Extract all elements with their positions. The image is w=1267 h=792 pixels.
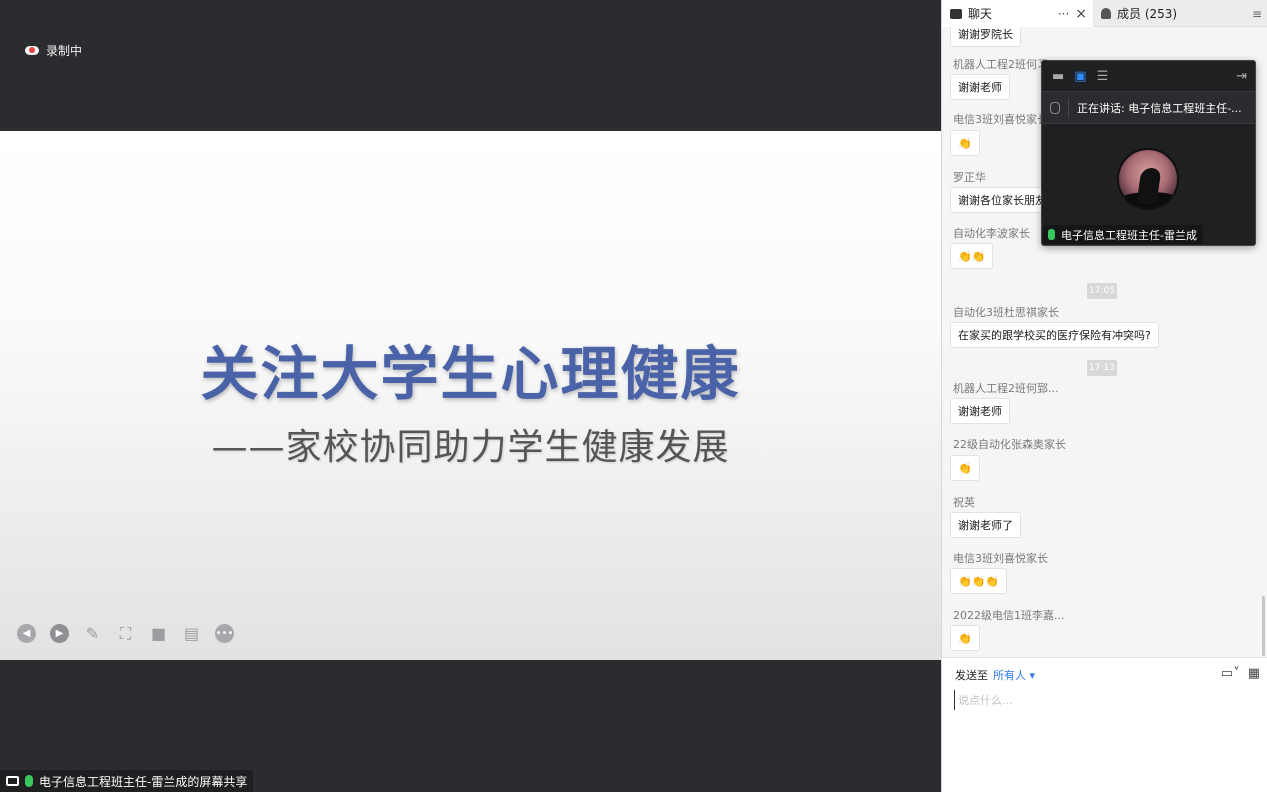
chat-scrollbar[interactable] [1262, 596, 1265, 656]
screen-share-text: 电子信息工程班主任-雷兰成的屏幕共享 [39, 774, 248, 789]
panel-tabs: 聊天 ··· × 成员 (253) ≡ [942, 0, 1267, 27]
message-bubble: 谢谢罗院长 [950, 27, 1021, 47]
message-sender: 祝英 [953, 496, 975, 509]
collapse-icon[interactable]: ⇥ [1236, 69, 1247, 84]
message-bubble: 👏 [950, 130, 980, 156]
message-bubble: 谢谢老师了 [950, 512, 1021, 538]
recording-label: 录制中 [46, 44, 83, 58]
recording-cloud-icon [25, 44, 39, 58]
folder-icon[interactable]: ▭˅ [1221, 666, 1240, 681]
compose-area: 发送至 所有人 ▾ ▭˅ ▦ [942, 657, 1267, 792]
message-sender: 电信3班刘喜悦家长 [953, 113, 1048, 126]
microphone-icon [25, 775, 33, 787]
person-icon [1101, 8, 1111, 19]
shared-slide: 关注大学生心理健康 ——家校协同助力学生健康发展 ◀ ▶ ✎ ⛶ ■ ▤ ••• [0, 131, 941, 660]
message-bubble: 👏 [950, 455, 980, 481]
screen-share-label: 电子信息工程班主任-雷兰成的屏幕共享 [0, 770, 254, 792]
timestamp: 17:05 [1087, 283, 1117, 299]
speaker-window-toolbar: ▬ ▣ ☰ ⇥ [1042, 61, 1255, 91]
message-sender: 2022级电信1班李嘉... [953, 609, 1065, 622]
speaker-view-icon[interactable]: ▣ [1074, 69, 1086, 84]
more-options-icon[interactable]: ··· [1058, 7, 1069, 21]
compose-tools: ▭˅ ▦ [1221, 666, 1260, 681]
message-sender: 自动化李波家长 [953, 227, 1030, 240]
message-bubble: 👏👏👏 [950, 568, 1008, 594]
audience-dropdown[interactable]: 所有人 ▾ [993, 667, 1035, 683]
minimize-icon[interactable]: ▬ [1052, 69, 1064, 84]
message-bubble: 谢谢各位家长朋友 [950, 187, 1054, 213]
message-sender: 机器人工程2班何习 [953, 58, 1048, 71]
speaker-name-tag: 电子信息工程班主任-雷兰成 [1043, 225, 1203, 244]
meeting-stage: 录制中 关注大学生心理健康 ——家校协同助力学生健康发展 ◀ ▶ ✎ ⛶ ■ ▤… [0, 0, 941, 792]
previous-slide-icon[interactable]: ◀ [17, 624, 36, 643]
message-sender: 22级自动化张森奥家长 [953, 438, 1066, 451]
more-icon[interactable]: ••• [215, 624, 234, 643]
next-slide-icon[interactable]: ▶ [50, 624, 69, 643]
message-sender: 自动化3班杜思祺家长 [953, 306, 1059, 319]
monitor-icon [6, 776, 19, 786]
subtitle-icon[interactable]: ▤ [182, 624, 201, 643]
message-sender: 罗正华 [953, 171, 986, 184]
hamburger-menu-icon[interactable]: ≡ [1252, 7, 1262, 21]
chat-input[interactable] [954, 690, 1254, 710]
calendar-icon[interactable]: ▦ [1248, 666, 1260, 681]
pen-icon[interactable]: ✎ [83, 624, 102, 643]
speaker-window[interactable]: ▬ ▣ ☰ ⇥ 正在讲话: 电子信息工程班主任-... 电子信息工程班主任-雷兰… [1041, 60, 1256, 246]
message-bubble: 谢谢老师 [950, 74, 1010, 100]
close-icon[interactable]: × [1075, 6, 1087, 22]
message-bubble: 谢谢老师 [950, 398, 1010, 424]
recording-indicator[interactable]: 录制中 [25, 42, 82, 59]
chat-bubble-icon [950, 8, 962, 19]
timestamp: 17:13 [1087, 360, 1117, 376]
now-speaking-bar: 正在讲话: 电子信息工程班主任-... [1042, 91, 1255, 124]
message-bubble: 在家买的跟学校买的医疗保险有冲突吗? [950, 322, 1159, 348]
send-to-label: 发送至 [955, 669, 988, 682]
microphone-icon [1048, 229, 1055, 240]
tab-chat[interactable]: 聊天 ··· × [942, 0, 1093, 27]
list-view-icon[interactable]: ☰ [1097, 69, 1109, 84]
message-sender: 电信3班刘喜悦家长 [953, 552, 1048, 565]
screenshot-icon[interactable]: ⛶ [116, 624, 135, 643]
slide-toolbar: ◀ ▶ ✎ ⛶ ■ ▤ ••• [17, 624, 234, 643]
now-speaking-text: 正在讲话: 电子信息工程班主任-... [1077, 101, 1242, 115]
slide-subtitle: ——家校协同助力学生健康发展 [211, 427, 730, 468]
tab-chat-label: 聊天 [968, 7, 993, 21]
message-bubble: 👏👏 [950, 243, 994, 269]
camera-icon[interactable]: ■ [149, 624, 168, 643]
microphone-muted-icon [1050, 101, 1060, 114]
message-bubble: 👏 [950, 625, 980, 651]
slide-title: 关注大学生心理健康 [200, 340, 741, 408]
avatar [1117, 148, 1179, 210]
message-sender: 机器人工程2班何郅... [953, 382, 1059, 395]
tab-members[interactable]: 成员 (253) ≡ [1093, 0, 1267, 27]
tab-members-label: 成员 (253) [1117, 7, 1178, 21]
speaker-name: 电子信息工程班主任-雷兰成 [1061, 228, 1197, 242]
